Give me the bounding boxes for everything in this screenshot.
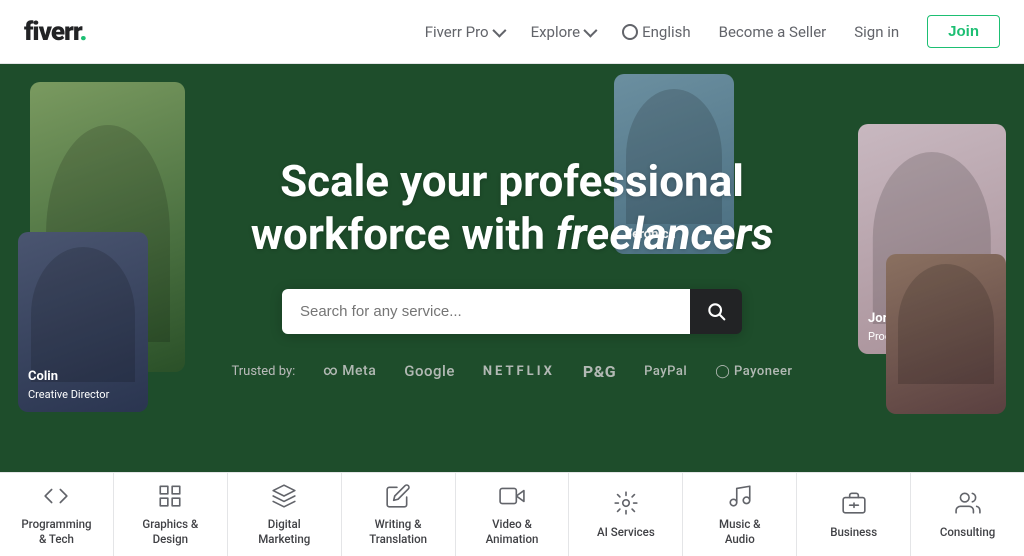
category-digital-marketing[interactable]: DigitalMarketing: [228, 473, 342, 556]
freelancer-card-extra: [886, 254, 1006, 414]
marketing-icon: [270, 483, 298, 509]
business-icon: [840, 489, 868, 517]
category-label: DigitalMarketing: [258, 517, 310, 547]
card-colin-name: Colin: [28, 368, 109, 386]
trusted-by: Trusted by: ∞ Meta Google NETFLIX P&G Pa…: [231, 362, 792, 381]
chevron-down-icon: [583, 23, 597, 37]
nav-links: Fiverr Pro Explore English Become a Sell…: [425, 15, 1000, 48]
nav-sign-in[interactable]: Sign in: [854, 23, 899, 41]
category-label: Programming& Tech: [21, 517, 91, 547]
search-icon: [706, 301, 726, 321]
category-music-audio[interactable]: Music &Audio: [683, 473, 797, 556]
category-label: AI Services: [597, 525, 655, 540]
video-icon: [498, 483, 526, 509]
brand-google: Google: [404, 362, 455, 380]
brand-paypal: PayPal: [644, 364, 687, 379]
nav-language[interactable]: English: [622, 23, 691, 41]
brand-payoneer: ◯ Payoneer: [715, 364, 792, 379]
category-consulting[interactable]: Consulting: [911, 473, 1024, 556]
trusted-label: Trusted by:: [231, 364, 295, 379]
category-writing-translation[interactable]: Writing &Translation: [342, 473, 456, 556]
search-bar: [282, 289, 742, 334]
writing-icon: [384, 483, 412, 509]
brand-meta: ∞ Meta: [323, 363, 376, 379]
category-business[interactable]: Business: [797, 473, 911, 556]
hero-content: Scale your professional workforce with f…: [231, 155, 792, 381]
brand-pg: P&G: [583, 362, 616, 381]
globe-icon: [622, 24, 638, 40]
categories-bar: Programming& Tech Graphics &Design Digit…: [0, 472, 1024, 556]
category-graphics-design[interactable]: Graphics &Design: [114, 473, 228, 556]
join-button[interactable]: Join: [927, 15, 1000, 48]
search-button[interactable]: [690, 289, 742, 334]
nav-explore[interactable]: Explore: [531, 23, 595, 41]
category-label: Music &Audio: [719, 517, 761, 547]
category-programming-tech[interactable]: Programming& Tech: [0, 473, 114, 556]
navbar: fiverr. Fiverr Pro Explore English Becom…: [0, 0, 1024, 64]
hero-section: Jenny Voiceover & Singer Veronica Jordan…: [0, 64, 1024, 472]
category-label: Video &Animation: [486, 517, 539, 547]
nav-become-seller[interactable]: Become a Seller: [719, 23, 827, 41]
category-label: Graphics &Design: [142, 517, 198, 547]
card-colin-role: Creative Director: [28, 387, 109, 402]
music-icon: [726, 483, 754, 509]
category-video-animation[interactable]: Video &Animation: [456, 473, 570, 556]
chevron-down-icon: [492, 23, 506, 37]
search-input[interactable]: [282, 289, 690, 334]
design-icon: [156, 483, 184, 509]
code-icon: [42, 483, 70, 509]
category-label: Consulting: [940, 525, 995, 540]
consulting-icon: [954, 489, 982, 517]
nav-fiverr-pro[interactable]: Fiverr Pro: [425, 23, 503, 41]
category-label: Business: [830, 525, 877, 540]
category-label: Writing &Translation: [369, 517, 427, 547]
freelancer-card-colin: Colin Creative Director: [18, 232, 148, 412]
logo[interactable]: fiverr.: [24, 17, 86, 47]
brand-netflix: NETFLIX: [483, 364, 555, 379]
category-ai-services[interactable]: AI Services: [569, 473, 683, 556]
ai-icon: [612, 489, 640, 517]
logo-dot: .: [80, 17, 87, 47]
hero-title: Scale your professional workforce with f…: [231, 155, 792, 261]
